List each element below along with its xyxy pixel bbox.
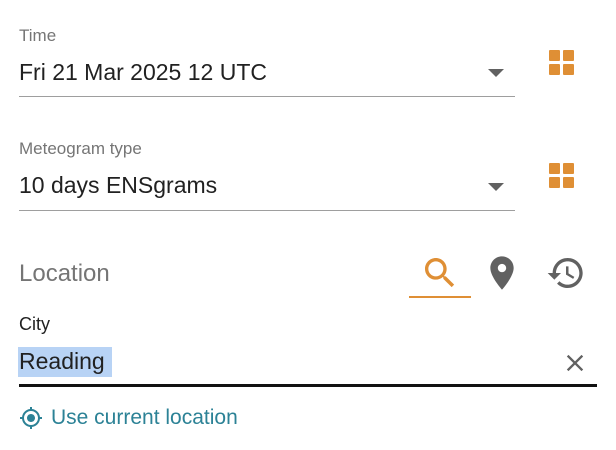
city-input[interactable] [19, 342, 559, 380]
time-label: Time [19, 26, 57, 45]
gps-location-icon [20, 407, 42, 429]
time-select[interactable]: Time Fri 21 Mar 2025 12 UTC [19, 24, 515, 98]
city-label: City [19, 314, 50, 334]
city-underline [19, 384, 597, 387]
meteogram-grid-view-icon[interactable] [549, 163, 575, 189]
map-pin-tab[interactable] [482, 253, 522, 293]
time-value[interactable]: Fri 21 Mar 2025 12 UTC [19, 59, 267, 86]
map-pin-icon [490, 256, 514, 290]
search-icon [425, 258, 455, 288]
use-current-location-label: Use current location [51, 406, 238, 429]
history-icon [547, 258, 583, 288]
time-grid-view-icon[interactable] [549, 50, 575, 76]
meteogram-type-underline [19, 210, 515, 211]
history-tab[interactable] [546, 253, 586, 293]
meteogram-settings-panel: Time Fri 21 Mar 2025 12 UTC Meteogram ty… [0, 0, 616, 450]
close-icon [566, 354, 584, 372]
meteogram-type-label: Meteogram type [19, 139, 142, 158]
search-tab[interactable] [420, 253, 460, 293]
meteogram-type-value[interactable]: 10 days ENSgrams [19, 172, 217, 199]
search-tab-active-indicator [409, 296, 471, 298]
time-underline [19, 96, 515, 97]
clear-city-button[interactable] [561, 349, 589, 377]
meteogram-type-select[interactable]: Meteogram type 10 days ENSgrams [19, 137, 515, 212]
use-current-location-link[interactable]: Use current location [19, 404, 238, 432]
meteogram-dropdown-arrow-icon[interactable] [488, 183, 504, 191]
location-title: Location [19, 260, 110, 287]
time-dropdown-arrow-icon[interactable] [488, 69, 504, 77]
